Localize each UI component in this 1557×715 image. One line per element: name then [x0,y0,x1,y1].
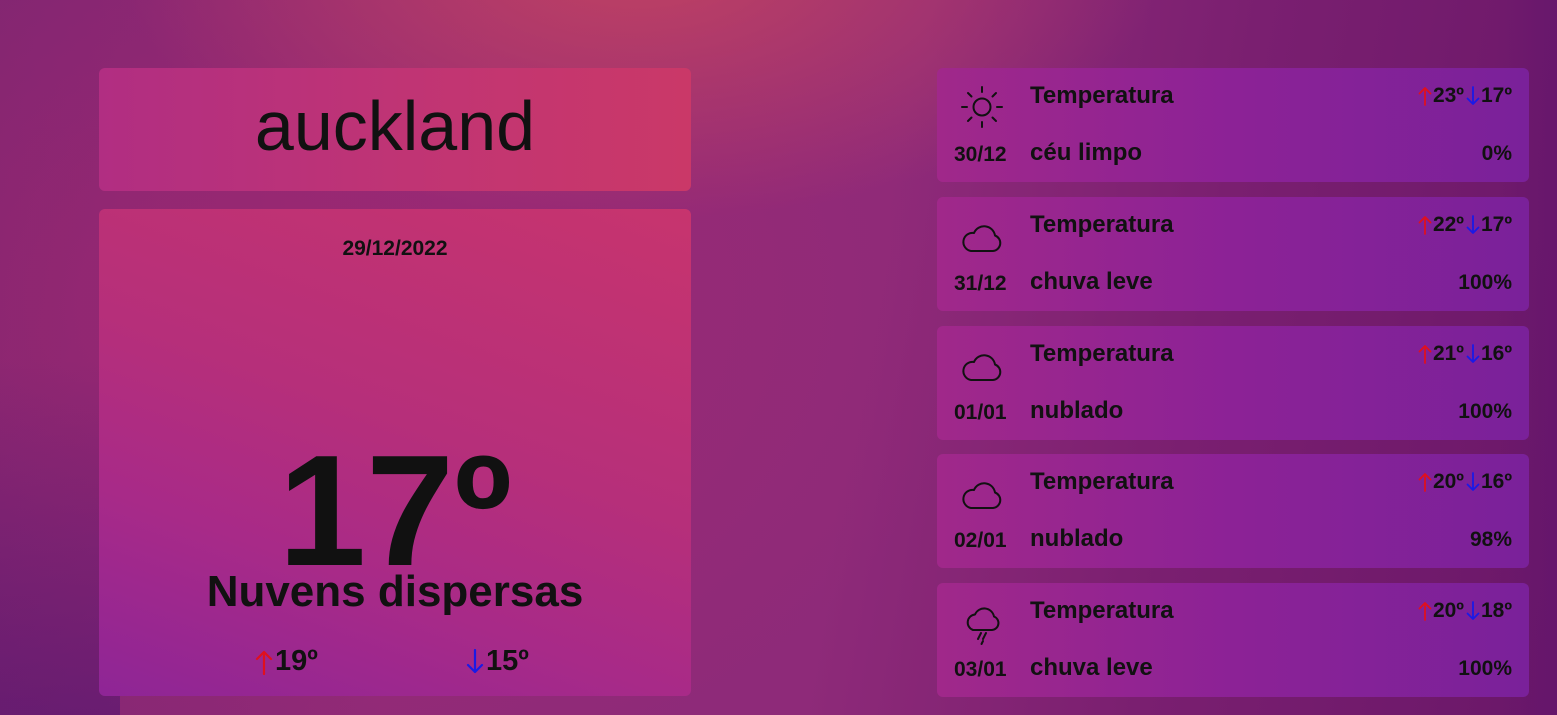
forecast-min-max: 22º 17º [1418,213,1512,237]
forecast-precipitation: 100% [1458,400,1512,423]
forecast-card: 03/01 Temperatura chuva leve 20º 18º 100… [937,583,1529,697]
forecast-card: 30/12 Temperatura céu limpo 23º 17º 0% [937,68,1529,182]
arrow-up-icon [1418,216,1432,235]
forecast-min: 16º [1480,342,1512,365]
arrow-down-icon [1466,344,1480,363]
forecast-date: 31/12 [954,272,1007,295]
forecast-label: Temperatura [1030,468,1174,495]
current-min-max: 19º 15º [99,645,691,685]
current-max-value: 19º [275,645,318,677]
forecast-precipitation: 98% [1469,528,1512,551]
forecast-description: nublado [1030,525,1124,552]
arrow-up-icon [1418,473,1432,492]
forecast-min-max: 20º 16º [1418,470,1512,494]
forecast-date: 01/01 [954,401,1007,424]
forecast-min: 18º [1480,599,1512,622]
current-weather-card: 29/12/2022 17º Nuvens dispersas 19º 15º [99,209,691,696]
current-description: Nuvens dispersas [206,567,584,616]
arrow-up-icon [1418,345,1432,364]
current-date: 29/12/2022 [342,237,448,260]
arrow-up-icon [1418,602,1432,621]
forecast-label: Temperatura [1030,211,1174,238]
forecast-label: Temperatura [1030,82,1174,109]
forecast-description: chuva leve [1030,654,1153,681]
forecast-min-max: 20º 18º [1418,599,1512,623]
forecast-date: 30/12 [954,143,1007,166]
cloud-icon [962,225,1002,252]
city-card: auckland [99,68,691,191]
forecast-precipitation: 100% [1458,657,1512,680]
forecast-label: Temperatura [1030,597,1174,624]
forecast-label: Temperatura [1030,340,1174,367]
forecast-date: 02/01 [954,529,1007,552]
arrow-up-icon [1418,87,1432,106]
forecast-min: 17º [1480,213,1512,236]
current-max: 19º [255,645,318,678]
forecast-precipitation: 100% [1458,271,1512,294]
arrow-down-icon [1466,86,1480,105]
forecast-max: 23º [1432,84,1464,107]
forecast-card: 31/12 Temperatura chuva leve 22º 17º 100… [937,197,1529,311]
current-min: 15º [466,645,529,678]
forecast-description: céu limpo [1030,139,1143,166]
forecast-description: nublado [1030,397,1124,424]
forecast-max: 20º [1432,470,1464,493]
forecast-min: 17º [1480,84,1512,107]
forecast-min-max: 23º 17º [1418,84,1512,108]
city-name: auckland [254,86,536,165]
forecast-date: 03/01 [954,658,1007,681]
forecast-max: 21º [1432,342,1464,365]
forecast-card: 01/01 Temperatura nublado 21º 16º 100% [937,326,1529,440]
arrow-down-icon [1466,215,1480,234]
forecast-max: 20º [1432,599,1464,622]
cloud-icon [962,354,1002,381]
forecast-max: 22º [1432,213,1464,236]
current-min-value: 15º [486,645,529,677]
arrow-down-icon [1466,472,1480,491]
arrow-down-icon [1466,601,1480,620]
arrow-up-icon [255,650,273,675]
sun-icon [961,86,1003,128]
cloud-icon [962,482,1002,509]
forecast-card: 02/01 Temperatura nublado 20º 16º 98% [937,454,1529,568]
arrow-down-icon [466,648,484,673]
forecast-min-max: 21º 16º [1418,342,1512,366]
forecast-precipitation: 0% [1481,142,1512,165]
forecast-description: chuva leve [1030,268,1153,295]
forecast-min: 16º [1480,470,1512,493]
cloud-rain-icon [966,607,1000,645]
